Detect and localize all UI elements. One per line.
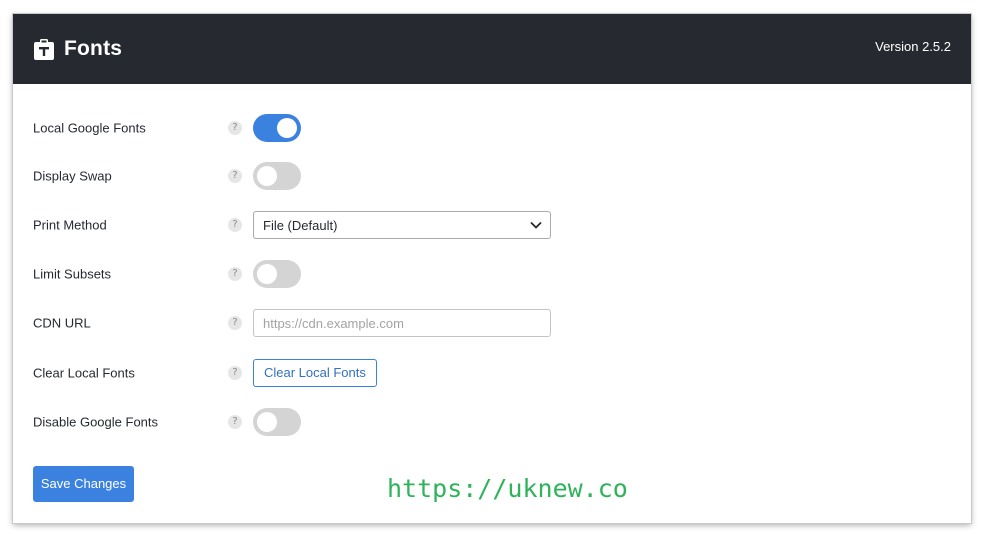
setting-label: Local Google Fonts — [33, 120, 146, 136]
disable-google-fonts-toggle[interactable] — [253, 408, 301, 436]
toggle-knob — [257, 166, 277, 186]
cdn-url-input[interactable] — [253, 309, 551, 337]
watermark-text: https://uknew.co — [387, 474, 628, 503]
limit-subsets-toggle[interactable] — [253, 260, 301, 288]
setting-label: Disable Google Fonts — [33, 414, 159, 430]
control-wrap — [253, 408, 301, 436]
setting-row-print-method: Print Method ? File (Default) — [13, 205, 971, 245]
toggle-knob — [277, 118, 297, 138]
help-icon[interactable]: ? — [228, 121, 242, 135]
setting-label: Clear Local Fonts — [33, 365, 135, 381]
control-wrap: File (Default) — [253, 211, 551, 239]
help-icon[interactable]: ? — [228, 366, 242, 380]
control-wrap — [253, 309, 551, 337]
setting-row-clear-local-fonts: Clear Local Fonts ? Clear Local Fonts — [13, 353, 971, 393]
setting-row-disable-google-fonts: Disable Google Fonts ? — [13, 402, 971, 442]
control-wrap — [253, 162, 301, 190]
version-label: Version 2.5.2 — [875, 39, 951, 54]
help-icon[interactable]: ? — [228, 218, 242, 232]
panel-header: Fonts Version 2.5.2 — [13, 14, 971, 84]
setting-label: Display Swap — [33, 168, 112, 184]
control-wrap: Clear Local Fonts — [253, 359, 377, 387]
page-title: Fonts — [64, 37, 123, 60]
help-icon[interactable]: ? — [228, 415, 242, 429]
setting-row-local-google-fonts: Local Google Fonts ? — [13, 108, 971, 148]
setting-row-display-swap: Display Swap ? — [13, 156, 971, 196]
help-icon[interactable]: ? — [228, 169, 242, 183]
clear-local-fonts-button[interactable]: Clear Local Fonts — [253, 359, 377, 387]
print-method-select[interactable]: File (Default) — [253, 211, 551, 239]
local-google-fonts-toggle[interactable] — [253, 114, 301, 142]
setting-label: Print Method — [33, 217, 107, 233]
control-wrap — [253, 260, 301, 288]
setting-label: Limit Subsets — [33, 266, 112, 282]
help-icon[interactable]: ? — [228, 267, 242, 281]
setting-row-cdn-url: CDN URL ? — [13, 303, 971, 343]
control-wrap — [253, 114, 301, 142]
chevron-down-icon — [530, 221, 542, 229]
select-value: File (Default) — [263, 218, 338, 233]
setting-row-limit-subsets: Limit Subsets ? — [13, 254, 971, 294]
display-swap-toggle[interactable] — [253, 162, 301, 190]
clipboard-font-icon — [34, 39, 54, 60]
toggle-knob — [257, 264, 277, 284]
setting-label: CDN URL — [33, 315, 91, 331]
help-icon[interactable]: ? — [228, 316, 242, 330]
toggle-knob — [257, 412, 277, 432]
settings-panel: Fonts Version 2.5.2 Local Google Fonts ?… — [13, 14, 971, 523]
save-changes-button[interactable]: Save Changes — [33, 466, 134, 502]
